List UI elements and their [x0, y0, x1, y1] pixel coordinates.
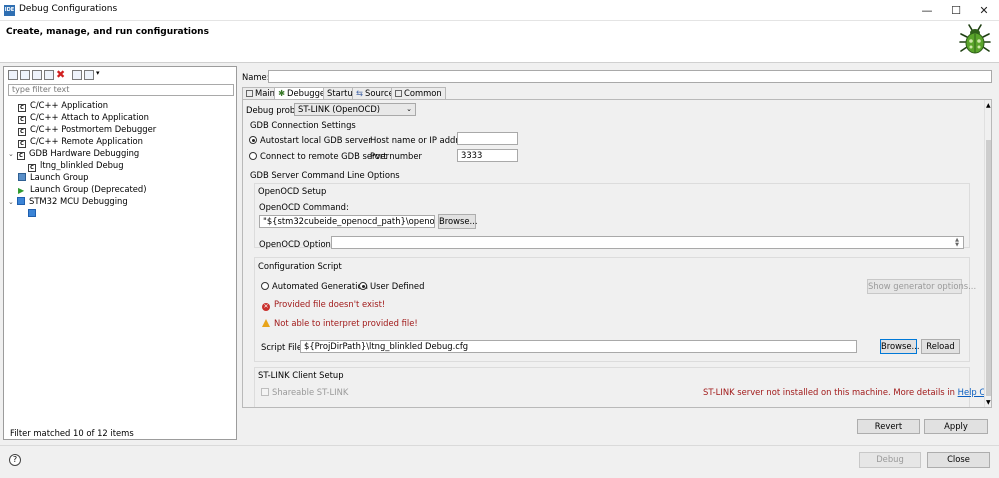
tab-common[interactable]: Common [391, 87, 446, 99]
maximize-button[interactable]: ☐ [941, 2, 971, 19]
new-prototype-icon[interactable] [20, 70, 30, 80]
radio-unselected-icon [249, 152, 257, 160]
configuration-tree-pane: ✖ ▾ type filter text C C/C++ Application … [3, 66, 237, 440]
tree-item-c-application[interactable]: C C/C++ Application [18, 99, 108, 112]
stlink-title: ST-LINK Client Setup [258, 370, 344, 380]
stlink-group: ST-LINK Client Setup Shareable ST-LINK S… [254, 367, 991, 407]
collapse-all-icon[interactable] [72, 70, 82, 80]
openocd-command-label: OpenOCD Command: [259, 202, 349, 212]
filter-icon[interactable] [84, 70, 94, 80]
gdb-server-title: GDB Server Command Line Options [250, 170, 400, 180]
vertical-scrollbar[interactable]: ▲ ▼ [984, 100, 991, 407]
bug-small-icon: ✱ [278, 88, 286, 98]
chevron-down-icon[interactable]: ▼ [986, 399, 991, 406]
gdb-connection-title: GDB Connection Settings [250, 120, 356, 130]
c-config-icon: C [17, 152, 25, 160]
script-file-label: Script File: [261, 342, 305, 352]
debug-button[interactable]: Debug [859, 452, 921, 468]
launch-group-icon [18, 173, 26, 181]
name-label: Name: [242, 72, 270, 82]
tree-item-c-attach[interactable]: C C/C++ Attach to Application [18, 111, 149, 124]
remote-radio[interactable]: Connect to remote GDB server [249, 151, 389, 161]
user-defined-radio[interactable]: User Defined [359, 281, 424, 291]
help-icon[interactable]: ? [9, 454, 21, 466]
openocd-title: OpenOCD Setup [258, 186, 327, 196]
source-icon: ⇆ [356, 88, 364, 98]
bug-icon [959, 24, 991, 54]
tree-item-c-remote[interactable]: C C/C++ Remote Application [18, 135, 143, 148]
port-input[interactable]: 3333 [457, 149, 518, 162]
common-tab-icon [395, 90, 402, 97]
config-script-group: Configuration Script Automated Generatio… [254, 257, 976, 362]
show-generator-button[interactable]: Show generator options... [867, 279, 976, 294]
tree-item-launch-group[interactable]: Launch Group [18, 171, 89, 183]
window-title: Debug Configurations [19, 4, 118, 14]
chevron-down-icon[interactable]: ⌄ [8, 148, 17, 160]
apply-button[interactable]: Apply [924, 419, 988, 434]
reload-button[interactable]: Reload [921, 339, 960, 354]
debug-probe-select[interactable]: ST-LINK (OpenOCD) ⌄ [294, 103, 416, 116]
debugger-tab-panel: Debug probe ST-LINK (OpenOCD) ⌄ GDB Conn… [242, 99, 992, 408]
ide-icon [28, 209, 36, 217]
dialog-header: Create, manage, and run configurations [0, 21, 999, 63]
configuration-editor: Name: Main ✱ Debugger Startup ⇆ Source Com… [239, 66, 996, 440]
delete-icon[interactable]: ✖ [56, 68, 65, 81]
export-icon[interactable] [32, 70, 42, 80]
debug-probe-label: Debug probe [246, 105, 301, 115]
script-file-input[interactable]: ${ProjDirPath}\ltng_blinkled Debug.cfg [300, 340, 857, 353]
tree-item-ltng-blinkled[interactable]: Cltng_blinkled Debug [28, 159, 124, 172]
warning-icon [262, 319, 270, 327]
play-icon: ▶ [18, 186, 25, 195]
openocd-command-input[interactable]: "${stm32cubeide_openocd_path}\openocd.ex… [259, 215, 435, 228]
radio-unselected-icon [261, 282, 269, 290]
radio-selected-icon [359, 282, 367, 290]
main-tab-icon [246, 90, 253, 97]
warning-message: Not able to interpret provided file! [262, 318, 418, 328]
tree-item-new-stm32-config[interactable] [28, 207, 40, 219]
openocd-options-label: OpenOCD Options : [259, 239, 341, 249]
revert-button[interactable]: Revert [857, 419, 920, 434]
close-window-button[interactable]: ✕ [969, 2, 999, 19]
error-icon: ✕ [262, 303, 270, 311]
filter-input[interactable]: type filter text [8, 84, 234, 96]
openocd-options-input[interactable]: ▲ ▼ [331, 236, 964, 249]
duplicate-icon[interactable] [44, 70, 54, 80]
ide-icon: IDE [4, 5, 15, 16]
config-script-title: Configuration Script [258, 261, 342, 271]
dialog-header-title: Create, manage, and run configurations [6, 27, 209, 37]
name-input[interactable] [268, 70, 992, 83]
close-button[interactable]: Close [927, 452, 990, 468]
tree-item-c-postmortem[interactable]: C C/C++ Postmortem Debugger [18, 123, 156, 136]
error-message: ✕ Provided file doesn't exist! [262, 299, 386, 311]
tree-item-stm32-mcu[interactable]: ⌄ STM32 MCU Debugging [8, 195, 128, 207]
spinner-arrows-icon[interactable]: ▲ ▼ [953, 238, 961, 248]
scrollbar-thumb[interactable] [986, 140, 991, 396]
autostart-radio[interactable]: Autostart local GDB server [249, 135, 372, 145]
shareable-checkbox[interactable]: Shareable ST-LINK [261, 387, 348, 397]
ide-icon [17, 197, 25, 205]
host-input[interactable] [457, 132, 518, 145]
chevron-down-icon[interactable]: ▾ [96, 69, 100, 77]
stlink-message: ST-LINK server not installed on this mac… [703, 387, 991, 397]
tree-item-gdb-hardware[interactable]: ⌄ C GDB Hardware Debugging [8, 147, 139, 160]
minimize-button[interactable]: — [912, 2, 942, 19]
footer-separator [0, 445, 999, 446]
script-browse-button[interactable]: Browse... [880, 339, 919, 354]
title-bar: IDE Debug Configurations — ☐ ✕ [0, 0, 999, 21]
tree-item-launch-group-deprecated[interactable]: ▶ Launch Group (Deprecated) [18, 183, 147, 195]
checkbox-icon [261, 388, 269, 396]
chevron-up-icon[interactable]: ▲ [986, 102, 991, 109]
filter-status: Filter matched 10 of 12 items [10, 428, 134, 438]
automated-radio[interactable]: Automated Generation [261, 281, 368, 291]
port-label: Port number [370, 151, 422, 161]
new-config-icon[interactable] [8, 70, 18, 80]
chevron-down-icon[interactable]: ⌄ [8, 196, 17, 208]
chevron-down-icon: ⌄ [406, 105, 412, 113]
openocd-browse-button[interactable]: Browse... [438, 214, 477, 229]
radio-selected-icon [249, 136, 257, 144]
